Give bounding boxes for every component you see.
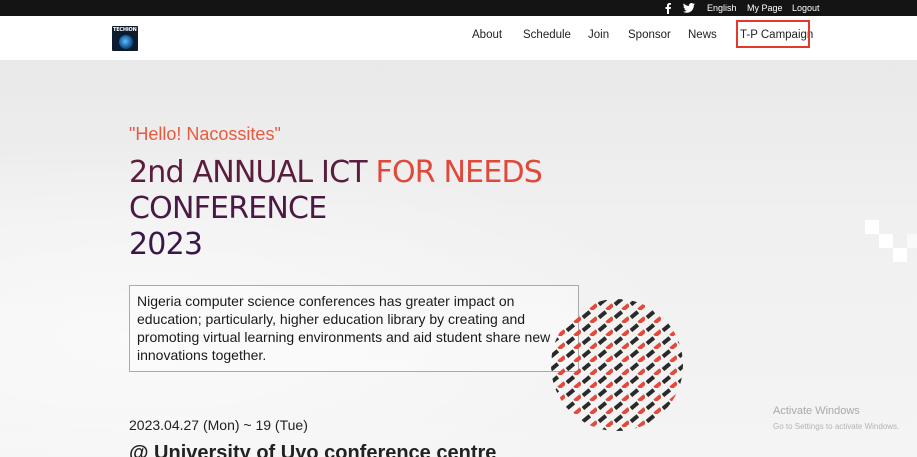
site-logo[interactable]: TECHION	[112, 26, 138, 51]
nav-highlight-box	[736, 20, 810, 48]
event-date: 2023.04.27 (Mon) ~ 19 (Tue)	[129, 417, 308, 433]
decorative-squares	[865, 220, 917, 262]
title-line2: CONFERENCE	[129, 191, 327, 226]
activate-windows-subtitle: Go to Settings to activate Windows.	[773, 422, 900, 431]
nav-sponsor[interactable]: Sponsor	[628, 26, 671, 44]
nav-join[interactable]: Join	[588, 26, 609, 44]
activate-windows-title: Activate Windows	[773, 405, 860, 417]
hero-greeting: "Hello! Nacossites"	[129, 124, 281, 144]
title-line1-a: 2nd ANNUAL ICT	[129, 155, 376, 190]
nav-schedule[interactable]: Schedule	[523, 26, 571, 44]
decorative-dot-pattern	[551, 299, 683, 431]
hero-title: 2nd ANNUAL ICT FOR NEEDS CONFERENCE 2023	[129, 155, 543, 263]
logout-link[interactable]: Logout	[792, 0, 820, 16]
top-utility-bar: English My Page Logout	[0, 0, 917, 16]
title-line3: 2023	[129, 227, 203, 262]
facebook-icon[interactable]	[664, 0, 672, 16]
my-page-link[interactable]: My Page	[747, 0, 783, 16]
hero-description: Nigeria computer science conferences has…	[137, 293, 551, 363]
title-line1-b: FOR NEEDS	[375, 155, 543, 190]
logo-orb-icon	[119, 35, 133, 49]
nav-about[interactable]: About	[472, 26, 502, 44]
twitter-icon[interactable]	[683, 0, 695, 16]
event-venue: @ University of Uyo conference centre	[129, 442, 497, 457]
language-link[interactable]: English	[707, 0, 737, 16]
nav-news[interactable]: News	[688, 26, 717, 44]
logo-text: TECHION	[113, 27, 137, 33]
